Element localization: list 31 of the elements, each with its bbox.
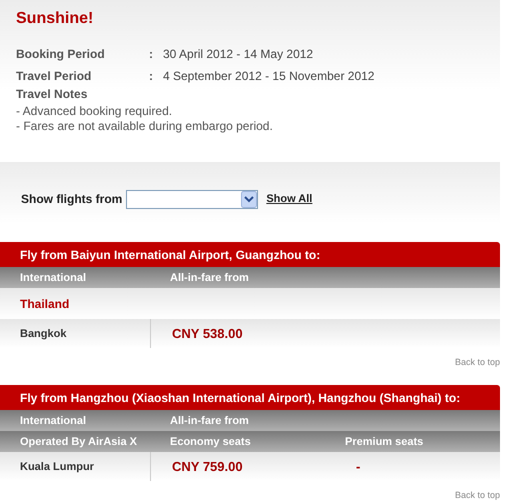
column-header: International	[20, 414, 88, 426]
colon-separator: :	[149, 47, 154, 61]
back-to-top-link[interactable]: Back to top	[0, 490, 500, 500]
travel-note: - Fares are not available during embargo period.	[16, 119, 274, 134]
fare-price: CNY 759.00	[171, 459, 244, 474]
promo-title: Sunshine!	[16, 10, 94, 28]
premium-fare: -	[355, 459, 360, 474]
column-header: All-in-fare from	[170, 414, 250, 426]
period-value: 30 April 2012 - 14 May 2012	[163, 47, 314, 61]
column-header: International	[20, 272, 88, 284]
airport-select[interactable]	[126, 190, 258, 208]
back-to-top-link[interactable]: Back to top	[0, 357, 500, 367]
colon-separator: :	[149, 69, 154, 83]
fare-price: CNY 538.00	[171, 326, 244, 341]
destination-city: Bangkok	[20, 319, 151, 348]
column-header: Economy seats	[170, 436, 252, 448]
period-value: 4 September 2012 - 15 November 2012	[163, 69, 374, 83]
travel-note: - Advanced booking required.	[16, 104, 174, 119]
filter-label: Show flights from	[21, 192, 122, 206]
period-label: Booking Period	[16, 47, 106, 61]
destination-city: Kuala Lumpur	[20, 452, 151, 481]
section-header: Fly from Baiyun International Airport, Guangzhou to:	[0, 242, 500, 267]
show-all-link[interactable]: Show All	[266, 193, 312, 205]
notes-title: Travel Notes	[16, 87, 88, 101]
column-header: Operated By AirAsia X	[20, 436, 138, 448]
dropdown-icon[interactable]	[241, 190, 258, 208]
column-header: All-in-fare from	[170, 272, 250, 284]
section-header: Fly from Hangzhou (Xiaoshan International Airport), Hangzhou (Shanghai) to:	[0, 385, 500, 410]
column-header: Premium seats	[345, 436, 424, 448]
period-label: Travel Period	[16, 69, 92, 83]
country-name: Thailand	[20, 296, 70, 310]
